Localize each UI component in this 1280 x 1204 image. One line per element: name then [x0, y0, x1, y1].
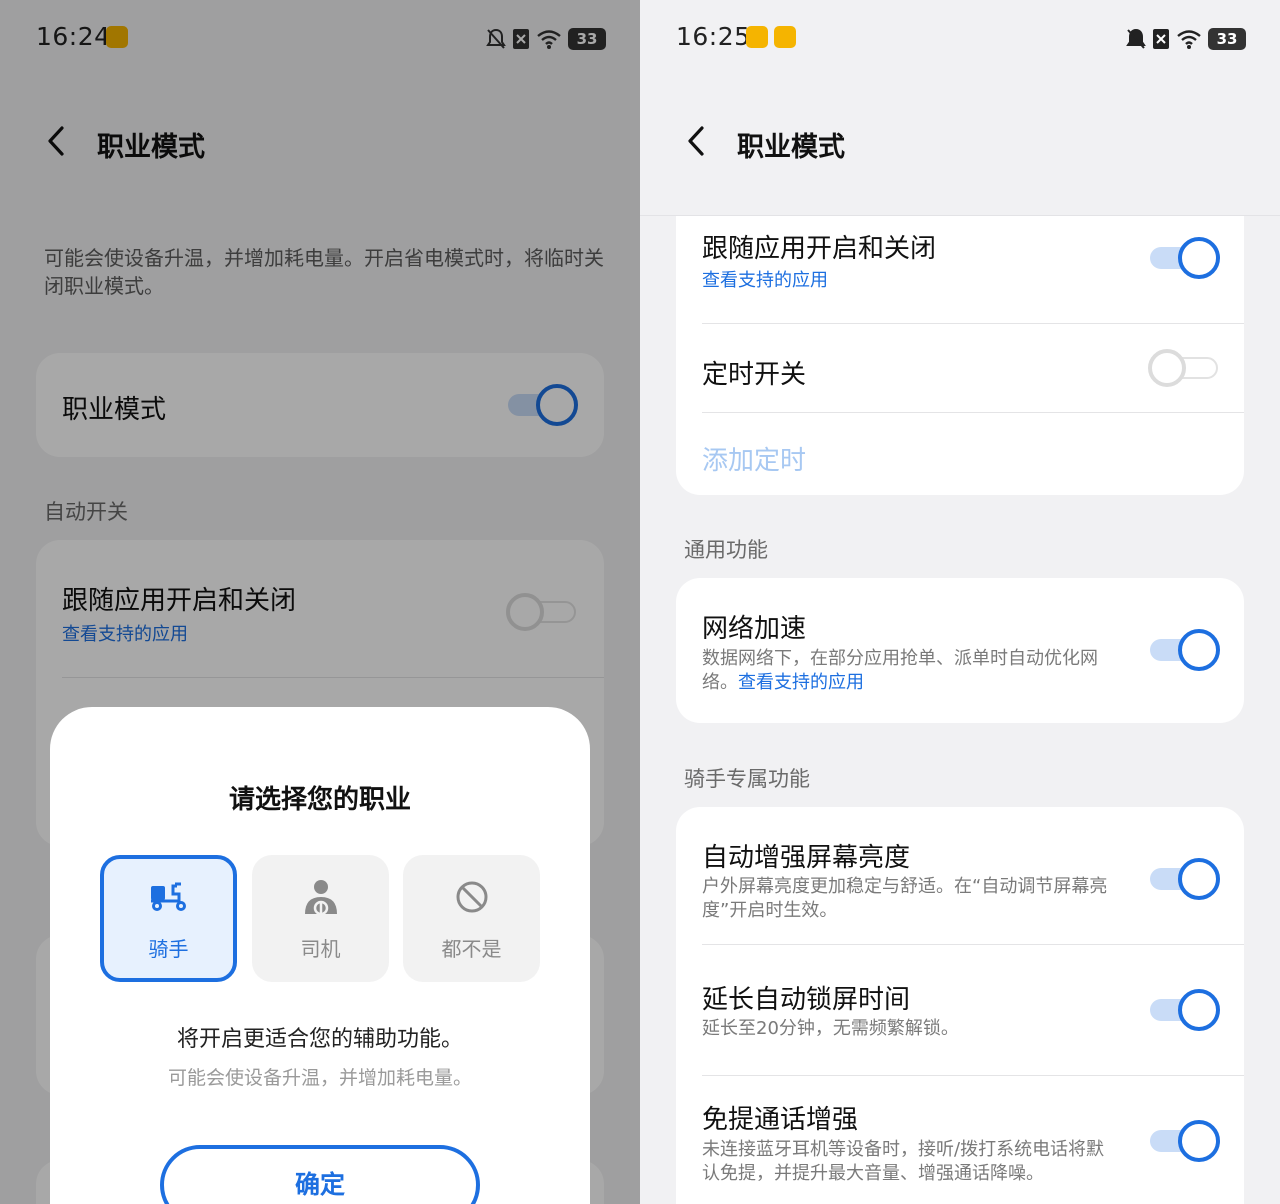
- battery-indicator: 33: [1208, 28, 1246, 50]
- driver-icon: [304, 880, 337, 916]
- status-time: 16:25: [676, 22, 751, 51]
- brightness-row-desc: 户外屏幕亮度更加稳定与舒适。在“自动调节屏幕亮度”开启时生效。: [702, 876, 1108, 921]
- supported-apps-link[interactable]: 查看支持的应用: [702, 266, 828, 292]
- divider: [702, 1075, 1244, 1076]
- sim-off-icon: [1152, 28, 1170, 50]
- right-screen: 16:25 33 职业模式 跟随应用开启和关闭 查看支持的应用 定时开关 添加定…: [640, 0, 1280, 1204]
- page-header: 职业模式: [640, 95, 1280, 190]
- dialog-main-text: 将开启更适合您的辅助功能。: [176, 1027, 463, 1052]
- bell-mute-icon: [1126, 28, 1146, 50]
- dialog-title: 请选择您的职业: [228, 785, 411, 815]
- divider: [702, 323, 1244, 324]
- dialog-sub-text: 可能会使设备升温，并增加耗电量。: [167, 1067, 472, 1089]
- timer-toggle[interactable]: [1148, 346, 1220, 390]
- general-section-label: 通用功能: [684, 538, 768, 562]
- general-card: 网络加速 数据网络下，在部分应用抢单、派单时自动优化网络。查看支持的应用: [676, 578, 1244, 723]
- back-button[interactable]: [680, 123, 712, 159]
- network-supported-apps-link[interactable]: 查看支持的应用: [738, 672, 864, 693]
- handsfree-toggle[interactable]: [1148, 1119, 1220, 1163]
- wifi-icon: [1176, 29, 1202, 49]
- network-row-title: 网络加速: [702, 614, 807, 644]
- left-screen: 16:24 33 职业模式 可能会使设备升温，并增加耗电量。开启省电模式时，将临…: [0, 0, 640, 1204]
- confirm-button[interactable]: 确定: [160, 1145, 480, 1204]
- chevron-left-icon: [688, 126, 704, 156]
- follow-app-toggle[interactable]: [1148, 236, 1220, 280]
- network-row-desc: 数据网络下，在部分应用抢单、派单时自动优化网络。查看支持的应用: [702, 647, 1112, 695]
- header-area: 16:25 33 职业模式: [640, 0, 1280, 216]
- brightness-row-title: 自动增强屏幕亮度: [702, 843, 911, 873]
- option-rider-label: 骑手: [148, 937, 189, 961]
- lock-row-title: 延长自动锁屏时间: [702, 985, 911, 1015]
- divider: [702, 412, 1244, 413]
- scooter-icon: [150, 882, 186, 911]
- page-title: 职业模式: [737, 132, 845, 163]
- none-icon: [456, 881, 487, 913]
- add-timer-button[interactable]: 添加定时: [702, 440, 806, 477]
- notification-app-icon: [746, 26, 768, 48]
- handsfree-row-desc: 未连接蓝牙耳机等设备时，接听/拨打系统电话将默认免提，并提升最大音量、增强通话降…: [702, 1139, 1105, 1184]
- brightness-toggle[interactable]: [1148, 857, 1220, 901]
- lock-row-desc: 延长至20分钟，无需频繁解锁。: [702, 1018, 959, 1039]
- rider-card: 自动增强屏幕亮度 户外屏幕亮度更加稳定与舒适。在“自动调节屏幕亮度”开启时生效。…: [676, 807, 1244, 1204]
- option-none[interactable]: 都不是: [403, 855, 540, 982]
- lock-toggle[interactable]: [1148, 988, 1220, 1032]
- option-none-label: 都不是: [441, 937, 502, 961]
- notification-app-icon: [774, 26, 796, 48]
- timer-row-title: 定时开关: [702, 360, 807, 390]
- profession-dialog: 请选择您的职业 骑手 司机 都不是 将开启更适合您的辅助功能。 可能会使设备升温…: [50, 707, 590, 1204]
- status-bar: 16:25 33: [640, 0, 1280, 80]
- network-toggle[interactable]: [1148, 628, 1220, 672]
- rider-section-label: 骑手专属功能: [684, 767, 810, 791]
- option-driver-label: 司机: [300, 937, 341, 961]
- auto-card: 跟随应用开启和关闭 查看支持的应用 定时开关 添加定时: [676, 190, 1244, 495]
- status-icons: 33: [1126, 24, 1246, 54]
- follow-app-title: 跟随应用开启和关闭: [702, 234, 937, 264]
- divider: [702, 944, 1244, 945]
- option-driver[interactable]: 司机: [252, 855, 389, 982]
- handsfree-row-title: 免提通话增强: [702, 1105, 859, 1135]
- option-rider[interactable]: 骑手: [100, 855, 237, 982]
